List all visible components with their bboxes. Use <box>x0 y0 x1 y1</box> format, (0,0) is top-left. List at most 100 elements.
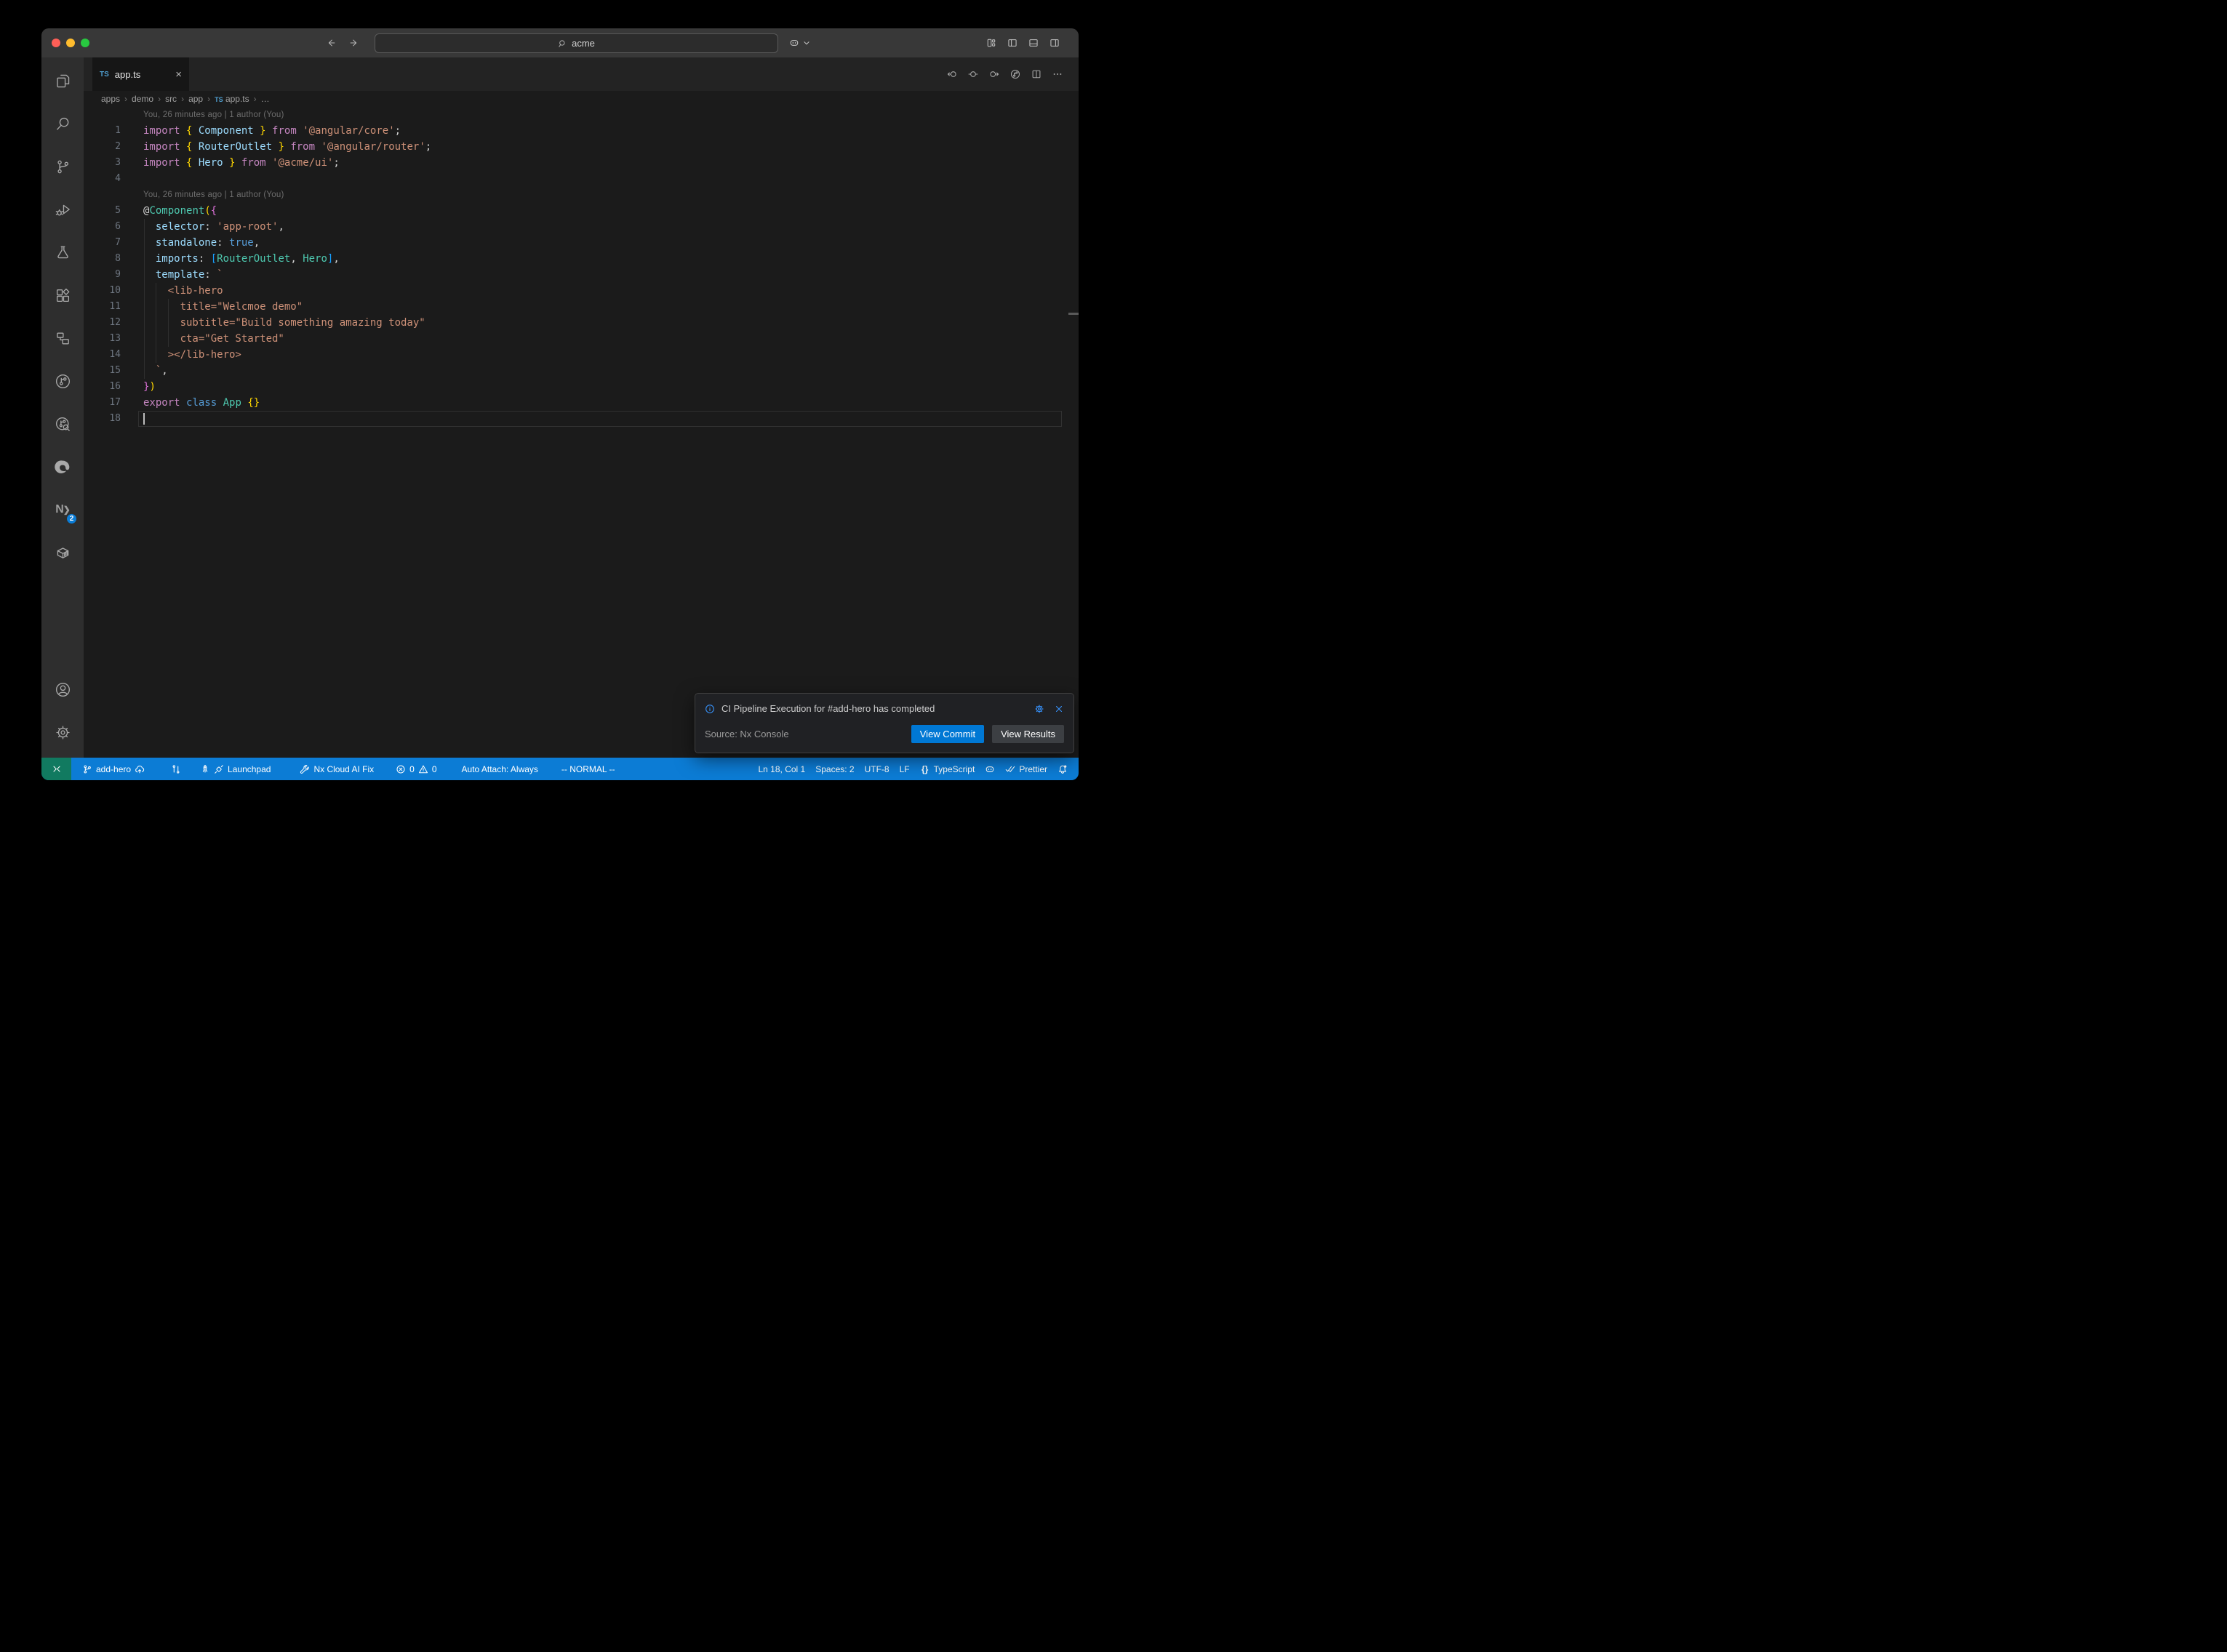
activity-item-containers[interactable] <box>45 535 80 570</box>
view-results-button[interactable]: View Results <box>992 725 1064 743</box>
accounts-icon <box>55 681 71 698</box>
typescript-file-icon: TS <box>100 71 109 79</box>
toast-title: CI Pipeline Execution for #add-hero has … <box>721 703 935 714</box>
activity-item-gitlens-inspect[interactable] <box>45 406 80 441</box>
code-line-6: 6 selector: 'app-root', <box>84 219 1079 235</box>
indent-guide <box>168 299 169 315</box>
toggle-primary-sidebar-icon[interactable] <box>1007 38 1017 48</box>
activity-badge: 2 <box>65 513 78 525</box>
status-language[interactable]: {}TypeScript <box>915 758 980 780</box>
code-line-8: 8 imports: [RouterOutlet, Hero], <box>84 251 1079 267</box>
breadcrumb-item-apps[interactable]: apps <box>101 94 120 104</box>
toggle-panel-icon[interactable] <box>1028 38 1039 48</box>
activity-item-nx-console[interactable]: N❯2 <box>45 492 80 527</box>
code-line-1: 1import { Component } from '@angular/cor… <box>84 123 1079 139</box>
toggle-secondary-sidebar-icon[interactable] <box>1049 38 1060 48</box>
more-actions-icon[interactable] <box>1052 69 1063 79</box>
gitlens-graph-icon[interactable] <box>1010 69 1020 79</box>
history-nav <box>325 28 360 57</box>
activity-bar: N❯2 <box>41 57 84 758</box>
info-icon <box>705 704 715 714</box>
next-change-icon[interactable] <box>989 69 999 79</box>
minimize-window-button[interactable] <box>66 39 75 47</box>
status-label: 0 <box>409 764 415 774</box>
status-gitlens-compare[interactable] <box>166 758 186 780</box>
activity-item-source-control[interactable] <box>45 149 80 184</box>
blame-annotation: You, 26 minutes ago | 1 author (You) <box>84 107 1079 123</box>
line-number <box>84 187 143 203</box>
code-line-5: 5@Component({ <box>84 203 1079 219</box>
status-eol[interactable]: LF <box>895 758 915 780</box>
close-window-button[interactable] <box>52 39 60 47</box>
activity-item-gitlens[interactable] <box>45 364 80 398</box>
status-vim-mode[interactable]: -- NORMAL -- <box>556 758 620 780</box>
split-editor-icon[interactable] <box>1031 69 1041 79</box>
blame-text: You, 26 minutes ago | 1 author (You) <box>143 107 284 123</box>
activity-item-references[interactable] <box>45 321 80 356</box>
status-git-branch[interactable]: add-hero <box>77 758 150 780</box>
back-icon[interactable] <box>325 37 337 49</box>
current-change-icon[interactable] <box>968 69 978 79</box>
status-copilot-status[interactable] <box>980 758 1000 780</box>
customize-layout-icon[interactable] <box>986 38 996 48</box>
code-text: @Component({ <box>143 203 217 219</box>
breadcrumb-item-demo[interactable]: demo <box>132 94 153 104</box>
copilot-menu[interactable] <box>789 28 812 57</box>
activity-item-edge-tools[interactable] <box>45 449 80 484</box>
tab-app-ts[interactable]: TS app.ts × <box>92 57 189 91</box>
activity-item-run-debug[interactable] <box>45 192 80 227</box>
tab-label: app.ts <box>115 69 140 80</box>
breadcrumb-item-src[interactable]: src <box>165 94 177 104</box>
status-indentation[interactable]: Spaces: 2 <box>810 758 859 780</box>
activity-item-extensions[interactable] <box>45 278 80 313</box>
indent-guide <box>144 235 145 251</box>
breadcrumb-separator: › <box>254 94 257 104</box>
activity-item-settings[interactable] <box>45 715 80 750</box>
status-encoding[interactable]: UTF-8 <box>860 758 895 780</box>
zoom-window-button[interactable] <box>81 39 89 47</box>
text-cursor <box>143 413 145 425</box>
previous-change-icon[interactable] <box>947 69 957 79</box>
code-text: `, <box>143 363 168 379</box>
notification-settings-icon[interactable] <box>1034 704 1044 714</box>
activity-item-testing[interactable] <box>45 235 80 270</box>
command-center-search[interactable]: acme <box>375 33 778 53</box>
view-commit-button[interactable]: View Commit <box>911 725 984 743</box>
breadcrumb-item--[interactable]: … <box>261 94 270 104</box>
breadcrumb-item-app[interactable]: app <box>188 94 203 104</box>
status-label: LF <box>900 764 910 774</box>
line-number: 5 <box>84 203 143 219</box>
activity-item-accounts[interactable] <box>45 672 80 707</box>
code-editor[interactable]: You, 26 minutes ago | 1 author (You)1imp… <box>84 107 1079 758</box>
line-number: 11 <box>84 299 143 315</box>
layout-controls <box>986 28 1060 57</box>
status-auto-attach[interactable]: Auto Attach: Always <box>457 758 543 780</box>
breadcrumb-item-app-ts[interactable]: TS app.ts <box>215 94 249 104</box>
titlebar: acme <box>41 28 1079 57</box>
error-icon <box>396 764 406 774</box>
status-problems[interactable]: 00 <box>391 758 441 780</box>
close-tab-icon[interactable]: × <box>175 69 182 80</box>
activity-item-search[interactable] <box>45 106 80 141</box>
status-cursor-position[interactable]: Ln 18, Col 1 <box>753 758 811 780</box>
indent-guide <box>144 283 145 299</box>
indent-guide <box>144 251 145 267</box>
status-notifications[interactable] <box>1052 758 1073 780</box>
code-line-4: 4 <box>84 171 1079 187</box>
forward-icon[interactable] <box>348 37 360 49</box>
braces-icon: {} <box>920 764 930 774</box>
indent-guide <box>144 299 145 315</box>
code-text: import { Hero } from '@acme/ui'; <box>143 155 340 171</box>
notification-toast: CI Pipeline Execution for #add-hero has … <box>695 693 1074 753</box>
activity-item-explorer[interactable] <box>45 63 80 98</box>
status-remote-indicator[interactable] <box>41 758 71 780</box>
status-nx-cloud-ai-fix[interactable]: Nx Cloud AI Fix <box>295 758 379 780</box>
status-gitlens-launchpad[interactable]: Launchpad <box>195 758 276 780</box>
line-number: 12 <box>84 315 143 331</box>
status-prettier[interactable]: Prettier <box>1000 758 1052 780</box>
status-label: UTF-8 <box>865 764 889 774</box>
close-notification-icon[interactable] <box>1054 704 1064 714</box>
code-line-2: 2import { RouterOutlet } from '@angular/… <box>84 139 1079 155</box>
wrench-icon <box>300 764 310 774</box>
line-number: 8 <box>84 251 143 267</box>
